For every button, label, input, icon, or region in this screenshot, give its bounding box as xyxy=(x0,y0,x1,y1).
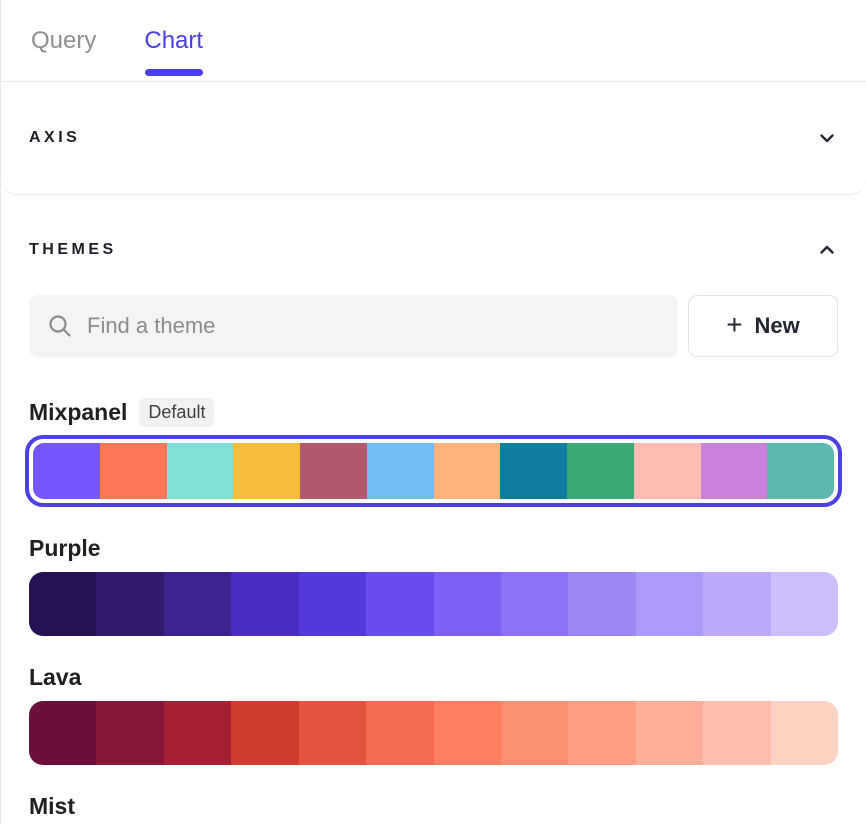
themes-toolbar: + New xyxy=(29,295,838,357)
color-swatch xyxy=(636,572,703,636)
theme-name: Purple xyxy=(29,533,101,563)
color-swatch xyxy=(299,701,366,765)
color-swatch xyxy=(767,443,834,499)
color-swatch xyxy=(100,443,167,499)
color-swatch xyxy=(771,572,838,636)
theme-name-row: Purple xyxy=(29,533,838,563)
themes-title: THEMES xyxy=(29,241,117,259)
color-swatch xyxy=(634,443,701,499)
tab-query-label: Query xyxy=(31,27,96,55)
color-swatch xyxy=(636,701,703,765)
tab-query[interactable]: Query xyxy=(31,0,96,81)
color-swatch xyxy=(568,572,635,636)
chart-settings-panel: Query Chart AXIS THEMES xyxy=(0,0,866,824)
color-swatch xyxy=(567,443,634,499)
color-swatch xyxy=(703,572,770,636)
color-swatch xyxy=(366,701,433,765)
theme-swatch-row[interactable] xyxy=(29,572,838,636)
color-swatch xyxy=(33,443,100,499)
color-swatch xyxy=(300,443,367,499)
color-swatch xyxy=(434,443,501,499)
chevron-down-icon[interactable] xyxy=(816,127,838,149)
new-theme-button-label: New xyxy=(755,313,800,339)
color-swatch xyxy=(367,443,434,499)
theme-name: Lava xyxy=(29,662,81,692)
tab-chart[interactable]: Chart xyxy=(144,0,203,81)
color-swatch xyxy=(701,443,768,499)
theme-name: Mixpanel xyxy=(29,397,127,427)
color-swatch xyxy=(167,443,234,499)
color-swatch xyxy=(500,443,567,499)
tab-chart-label: Chart xyxy=(144,27,203,55)
theme-swatch-row[interactable] xyxy=(33,443,834,499)
default-badge: Default xyxy=(139,398,214,427)
color-swatch xyxy=(233,443,300,499)
new-theme-button[interactable]: + New xyxy=(688,295,838,357)
color-swatch xyxy=(703,701,770,765)
color-swatch xyxy=(231,572,298,636)
color-swatch xyxy=(434,572,501,636)
tab-bar: Query Chart xyxy=(1,0,866,82)
color-swatch xyxy=(366,572,433,636)
active-tab-underline xyxy=(145,69,203,76)
color-swatch xyxy=(96,572,163,636)
theme-list: Mixpanel Default Purple Lava Mist xyxy=(29,397,838,821)
color-swatch xyxy=(771,701,838,765)
section-themes-header[interactable]: THEMES xyxy=(29,235,838,265)
color-swatch xyxy=(299,572,366,636)
theme-name-row: Mixpanel Default xyxy=(29,397,838,427)
color-swatch xyxy=(434,701,501,765)
axis-title: AXIS xyxy=(29,129,80,147)
chevron-up-icon[interactable] xyxy=(816,239,838,261)
selected-theme-ring[interactable] xyxy=(25,435,842,507)
search-icon xyxy=(47,313,73,339)
theme-search-input[interactable] xyxy=(29,295,678,357)
theme-name: Mist xyxy=(29,791,75,821)
color-swatch xyxy=(29,572,96,636)
color-swatch xyxy=(164,701,231,765)
section-themes: THEMES + New MixpanelDefaultPurpleLavaMi… xyxy=(1,235,866,821)
color-swatch xyxy=(501,701,568,765)
theme-name-row: Mist xyxy=(29,791,838,821)
theme-swatch-row[interactable] xyxy=(29,701,838,765)
color-swatch xyxy=(568,701,635,765)
color-swatch xyxy=(96,701,163,765)
color-swatch xyxy=(29,701,96,765)
theme-name-row: Lava xyxy=(29,662,838,692)
section-axis-header[interactable]: AXIS xyxy=(1,82,866,195)
plus-icon: + xyxy=(726,311,742,339)
color-swatch xyxy=(501,572,568,636)
theme-search-box xyxy=(29,295,678,357)
color-swatch xyxy=(231,701,298,765)
color-swatch xyxy=(164,572,231,636)
